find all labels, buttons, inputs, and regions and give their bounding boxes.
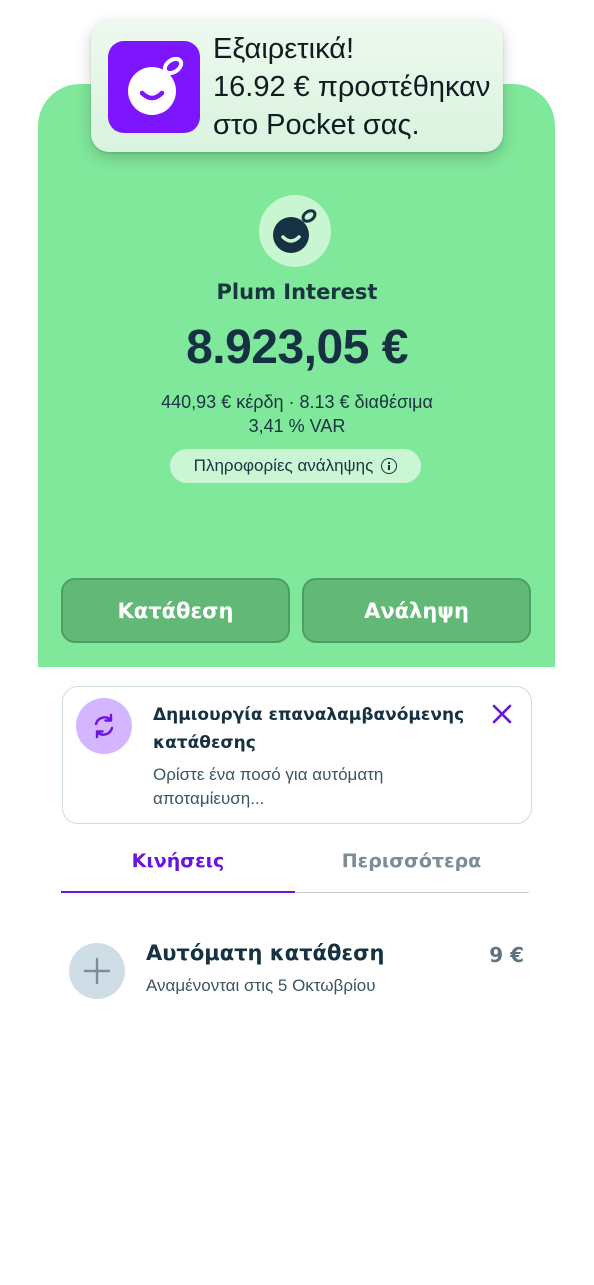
recurring-icon — [76, 698, 132, 754]
pocket-name: Plum Interest — [216, 280, 378, 304]
notification-text: Εξαιρετικά! 16.92 € προστέθηκαν στο Pock… — [213, 30, 503, 144]
info-icon — [381, 458, 398, 474]
deposit-button[interactable]: Κατάθεση — [61, 578, 290, 643]
tab-more[interactable]: Περισσότερα — [295, 850, 528, 880]
withdraw-info-label: Πληροφορίες ανάληψης — [193, 456, 374, 475]
withdraw-info-chip[interactable]: Πληροφορίες ανάληψης — [170, 449, 421, 483]
withdraw-button[interactable]: Ανάληψη — [302, 578, 531, 643]
pocket-balance: 8.923,05 € — [186, 321, 408, 374]
pocket-avatar-icon — [259, 195, 331, 267]
tab-transactions[interactable]: Κινήσεις — [61, 850, 295, 880]
tab-active-indicator — [61, 891, 295, 893]
close-icon[interactable] — [491, 703, 513, 725]
recurring-card-title: Δημιουργία επαναλαμβανόμενης κατάθεσης — [153, 705, 465, 753]
transaction-amount: 9 € — [489, 943, 524, 967]
transaction-title[interactable]: Αυτόματη κατάθεση — [146, 941, 384, 965]
notification-toast[interactable]: Εξαιρετικά! 16.92 € προστέθηκαν στο Pock… — [91, 20, 503, 152]
plum-logo-icon — [108, 41, 200, 133]
plus-icon — [69, 943, 125, 999]
recurring-card-description: Ορίστε ένα ποσό για αυτόματη αποταμίευση… — [153, 765, 384, 808]
recurring-deposit-card[interactable]: Δημιουργία επαναλαμβανόμενης κατάθεσης Ο… — [62, 686, 532, 824]
notification-line-3: στο Pocket σας. — [213, 109, 420, 141]
notification-line-1: Εξαιρετικά! — [213, 33, 355, 65]
earnings-summary: 440,93 € κέρδη · 8.13 € διαθέσιμα — [161, 392, 433, 412]
notification-line-2: 16.92 € προστέθηκαν — [213, 71, 491, 103]
transaction-subtitle: Αναμένονται στις 5 Οκτωβρίου — [146, 976, 376, 995]
interest-rate: 3,41 % VAR — [248, 416, 346, 436]
